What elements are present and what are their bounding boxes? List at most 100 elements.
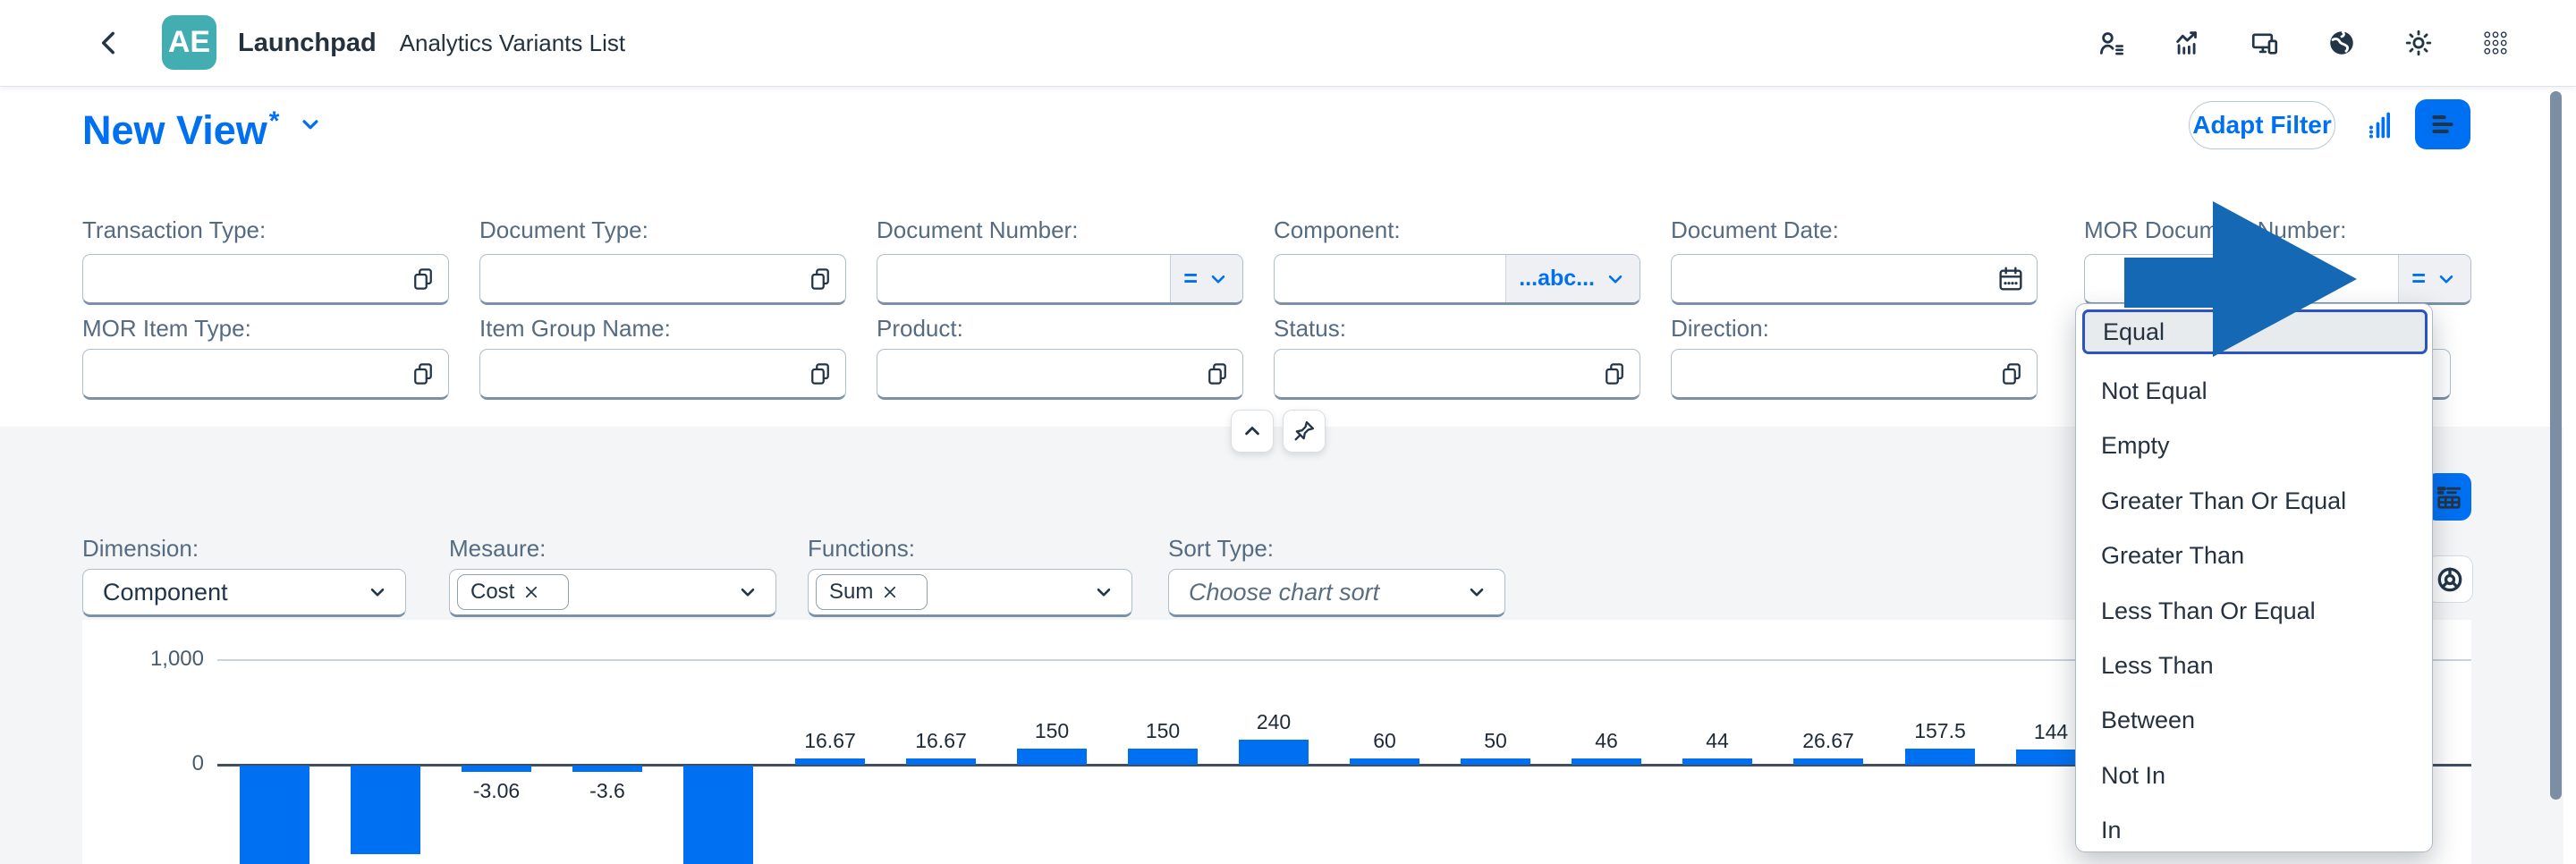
- menu-item-not-in[interactable]: Not In: [2076, 749, 2432, 803]
- value-help-button[interactable]: [398, 350, 448, 397]
- condition-selector[interactable]: =: [2398, 255, 2470, 302]
- value-help-icon: [1998, 360, 2025, 387]
- horizontal-bar-view-button[interactable]: [2415, 99, 2470, 149]
- bar-2[interactable]: [462, 766, 531, 772]
- menu-item-greater-than-or-equal[interactable]: Greater Than Or Equal: [2076, 474, 2432, 529]
- devices-icon[interactable]: [2249, 27, 2281, 59]
- bar-9[interactable]: [1239, 740, 1309, 765]
- filter-input-mor-document-number[interactable]: [2085, 255, 2398, 302]
- value-help-button[interactable]: [1192, 350, 1242, 397]
- bar-data-label: 44: [1655, 729, 1780, 753]
- back-icon[interactable]: [93, 27, 125, 59]
- value-help-button[interactable]: [1987, 350, 2037, 397]
- filter-input-component[interactable]: [1275, 255, 1505, 302]
- menu-item-empty[interactable]: Empty: [2076, 419, 2432, 473]
- filter-field-document-type: [479, 254, 846, 305]
- bar-5[interactable]: [795, 758, 865, 765]
- filter-label-status: Status:: [1274, 315, 1346, 343]
- filter-input-direction[interactable]: [1672, 350, 1987, 397]
- bar-13[interactable]: [1682, 758, 1752, 765]
- filter-input-transaction-type[interactable]: [83, 255, 398, 302]
- filter-input-document-date[interactable]: [1672, 255, 1985, 302]
- menu-item-in[interactable]: In: [2076, 803, 2432, 858]
- measure-multiselect[interactable]: Cost: [449, 569, 776, 617]
- analytics-icon[interactable]: [2172, 27, 2204, 59]
- dimension-value: Component: [83, 579, 366, 606]
- dirty-marker: *: [269, 106, 280, 136]
- functions-multiselect[interactable]: Sum: [808, 569, 1132, 617]
- bar-11[interactable]: [1461, 758, 1530, 765]
- bar-data-label: 240: [1211, 710, 1336, 734]
- bar-1[interactable]: [351, 766, 420, 854]
- condition-selector[interactable]: =: [1170, 255, 1242, 302]
- value-help-button[interactable]: [795, 255, 845, 302]
- vertical-scrollbar-thumb[interactable]: [2550, 91, 2562, 800]
- menu-item-greater-than[interactable]: Greater Than: [2076, 529, 2432, 583]
- header-toolbar: [2095, 0, 2512, 86]
- bar-10[interactable]: [1350, 758, 1419, 765]
- filter-input-document-number[interactable]: [877, 255, 1170, 302]
- condition-menu: Equal Not EqualEmptyGreater Than Or Equal…: [2075, 303, 2433, 852]
- bar-0[interactable]: [240, 766, 309, 864]
- menu-item-less-than[interactable]: Less Than: [2076, 639, 2432, 693]
- account-icon[interactable]: [2095, 27, 2127, 59]
- calendar-icon: [1996, 265, 2025, 293]
- bar-12[interactable]: [1572, 758, 1641, 765]
- value-help-icon: [410, 360, 436, 387]
- condition-value: ...abc...: [1519, 266, 1595, 292]
- chart-table-icon: [2433, 481, 2465, 513]
- filter-input-mor-item-type[interactable]: [83, 350, 398, 397]
- token-label: Sum: [829, 580, 873, 605]
- token-sum: Sum: [816, 574, 928, 610]
- adapt-filter-button[interactable]: Adapt Filter: [2189, 101, 2335, 149]
- menu-item-between[interactable]: Between: [2076, 693, 2432, 748]
- value-help-icon: [807, 266, 834, 292]
- bar-chart-view-icon[interactable]: [2358, 107, 2394, 143]
- token-remove-icon[interactable]: [523, 584, 539, 600]
- bar-14[interactable]: [1793, 758, 1863, 765]
- menu-item-not-equal[interactable]: Not Equal: [2076, 364, 2432, 419]
- globe-icon[interactable]: [2326, 27, 2358, 59]
- chevron-down-icon[interactable]: [297, 111, 324, 138]
- filter-field-product: [877, 349, 1243, 400]
- bar-7[interactable]: [1017, 749, 1087, 765]
- dimension-select[interactable]: Component: [82, 569, 406, 617]
- token-remove-icon[interactable]: [882, 584, 898, 600]
- filter-field-mor-item-type: [82, 349, 449, 400]
- condition-value: =: [1183, 265, 1198, 292]
- filter-input-item-group-name[interactable]: [480, 350, 795, 397]
- filter-label-document-number: Document Number:: [877, 216, 1078, 244]
- pin-icon: [1292, 419, 1317, 444]
- theme-icon[interactable]: [2402, 27, 2435, 59]
- menu-item-equal[interactable]: Equal: [2082, 309, 2428, 354]
- bar-3[interactable]: [572, 766, 642, 772]
- menu-item-less-than-or-equal[interactable]: Less Than Or Equal: [2076, 584, 2432, 639]
- bar-8[interactable]: [1128, 749, 1198, 765]
- filter-field-transaction-type: [82, 254, 449, 305]
- filter-input-product[interactable]: [877, 350, 1192, 397]
- header-titles: Launchpad Analytics Variants List: [238, 0, 625, 86]
- view-title-text: New View: [82, 107, 267, 153]
- value-help-button[interactable]: [398, 255, 448, 302]
- chevron-down-icon: [1465, 580, 1488, 604]
- app-grid-icon[interactable]: [2479, 27, 2512, 59]
- bar-15[interactable]: [1905, 749, 1975, 765]
- value-help-button[interactable]: [1589, 350, 1640, 397]
- date-picker-button[interactable]: [1985, 255, 2037, 302]
- app-logo-initials: AE: [168, 25, 210, 60]
- filter-input-status[interactable]: [1275, 350, 1589, 397]
- collapse-filter-button[interactable]: [1231, 410, 1274, 453]
- token-label: Cost: [470, 580, 514, 605]
- bar-6[interactable]: [906, 758, 976, 765]
- bar-data-label: 150: [989, 719, 1114, 743]
- app-window: AE Launchpad Analytics Variants List New…: [0, 0, 2576, 864]
- control-label-sort-type: Sort Type:: [1168, 535, 1274, 563]
- pin-filter-button[interactable]: [1283, 410, 1326, 453]
- sort-type-select[interactable]: Choose chart sort: [1168, 569, 1505, 617]
- bar-data-label: 46: [1544, 729, 1669, 753]
- value-help-button[interactable]: [795, 350, 845, 397]
- variant-title[interactable]: New View*: [82, 98, 324, 154]
- filter-input-document-type[interactable]: [480, 255, 795, 302]
- condition-selector[interactable]: ...abc...: [1505, 255, 1640, 302]
- bar-4[interactable]: [683, 766, 753, 864]
